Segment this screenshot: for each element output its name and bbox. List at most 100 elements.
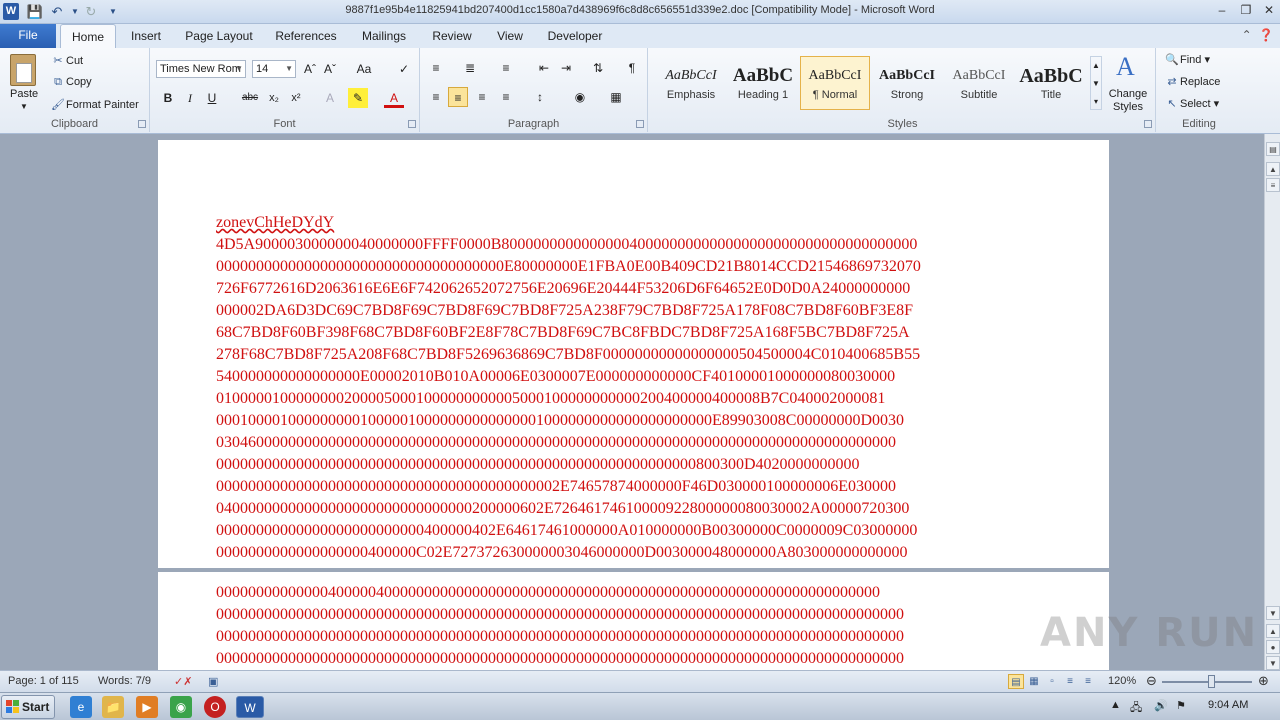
zoom-slider-thumb[interactable]	[1208, 675, 1215, 688]
chrome-icon[interactable]: ◉	[170, 696, 192, 718]
document-line[interactable]: 0100000100000000200005000100000000000500…	[216, 388, 1116, 410]
change-styles-icon[interactable]: A	[1116, 52, 1135, 82]
word-count[interactable]: Words: 7/9	[98, 675, 151, 687]
ruler-toggle-icon[interactable]: ▤	[1266, 142, 1280, 156]
style-subtitle[interactable]: AaBbCcI Subtitle	[944, 56, 1014, 110]
paste-dropdown-icon[interactable]: ▼	[20, 102, 28, 111]
font-launcher-icon[interactable]	[408, 120, 416, 128]
draft-view-icon[interactable]: ≡	[1080, 674, 1096, 689]
document-page-2[interactable]: 0000000000000040000040000000000000000000…	[158, 572, 1109, 670]
multilevel-list-icon[interactable]: ≡	[496, 58, 516, 78]
scroll-thumb[interactable]: ≡	[1266, 178, 1280, 192]
document-line[interactable]: 0304600000000000000000000000000000000000…	[216, 432, 1116, 454]
next-page-icon[interactable]: ▼	[1266, 656, 1280, 670]
document-line[interactable]: 726F6772616D2063616E6E6F742062652072756E…	[216, 278, 1116, 300]
document-line[interactable]: 68C7BD8F60BF398F68C7BD8F60BF2E8F78C7BD8F…	[216, 322, 1116, 344]
document-line[interactable]: 0400000000000000000000000000000020000060…	[216, 498, 1116, 520]
tab-mailings[interactable]: Mailings	[356, 24, 412, 48]
tab-page-layout[interactable]: Page Layout	[182, 24, 256, 48]
align-left-icon[interactable]: ≡	[426, 87, 446, 107]
tab-references[interactable]: References	[270, 24, 342, 48]
document-line[interactable]: 0000000000000000000000000000000000000000…	[216, 454, 1116, 476]
scroll-up-icon[interactable]: ▲	[1266, 162, 1280, 176]
help-icon[interactable]: ❓	[1258, 28, 1274, 42]
clock[interactable]: 9:04 AM	[1208, 699, 1248, 711]
paste-icon[interactable]	[10, 54, 36, 86]
internet-explorer-icon[interactable]: e	[70, 696, 92, 718]
format-painter-button[interactable]: 🖌Format Painter	[50, 98, 139, 111]
document-line[interactable]: 0000000000000040000040000000000000000000…	[216, 582, 1116, 604]
styles-gallery-scroll[interactable]: ▲ ▼ ▾	[1090, 56, 1102, 110]
subscript-icon[interactable]: x₂	[264, 88, 284, 108]
zoom-slider[interactable]	[1162, 681, 1252, 683]
bullets-icon[interactable]: ≡	[426, 58, 446, 78]
outline-view-icon[interactable]: ≡	[1062, 674, 1078, 689]
opera-icon[interactable]: O	[204, 696, 226, 718]
tab-file[interactable]: File	[0, 24, 56, 48]
tab-home[interactable]: Home	[60, 24, 116, 48]
sort-icon[interactable]: ⇅	[588, 58, 608, 78]
document-line[interactable]: 540000000000000000E00002010B010A00006E03…	[216, 366, 1116, 388]
document-line[interactable]: 278F68C7BD8F725A208F68C7BD8F5269636869C7…	[216, 344, 1116, 366]
minimize-ribbon-icon[interactable]: ⌃	[1239, 28, 1255, 42]
italic-icon[interactable]: I	[180, 88, 200, 108]
grow-font-icon[interactable]: Aˆ	[300, 59, 320, 79]
select-button[interactable]: ↖ Select ▾	[1164, 97, 1219, 110]
document-line[interactable]: 0000000000000000000000000000000000000000…	[216, 626, 1116, 648]
paragraph-launcher-icon[interactable]	[636, 120, 644, 128]
page-count[interactable]: Page: 1 of 115	[8, 675, 79, 687]
cut-button[interactable]: ✂ Cut	[50, 54, 83, 67]
document-line[interactable]: 00000000000000000000000000400000402E6461…	[216, 520, 1116, 542]
network-icon[interactable]: 🖧	[1130, 699, 1142, 718]
document-line[interactable]: 000002DA6D3DC69C7BD8F69C7BD8F69C7BD8F725…	[216, 300, 1116, 322]
style-normal[interactable]: AaBbCcI ¶ Normal	[800, 56, 870, 110]
bold-icon[interactable]: B	[158, 88, 178, 108]
print-layout-view-icon[interactable]: ▤	[1008, 674, 1024, 689]
strikethrough-icon[interactable]: abc	[240, 88, 260, 108]
close-icon[interactable]: ✕	[1261, 2, 1277, 18]
line-spacing-icon[interactable]: ↕	[530, 87, 550, 107]
increase-indent-icon[interactable]: ⇥	[556, 58, 576, 78]
document-line[interactable]: 0000000000000000000000000000000000000000…	[216, 604, 1116, 626]
replace-button[interactable]: ⇄ Replace	[1164, 75, 1220, 88]
previous-page-icon[interactable]: ▲	[1266, 624, 1280, 638]
document-line[interactable]: 0000000000000000000000000000000000000000…	[216, 648, 1116, 670]
text-effects-icon[interactable]: A	[320, 88, 340, 108]
scroll-down-icon[interactable]: ▼	[1266, 606, 1280, 620]
style-heading-1[interactable]: AaBbC Heading 1	[728, 56, 798, 110]
shading-icon[interactable]: ◉	[570, 87, 590, 107]
vertical-scrollbar[interactable]: ▤ ▲ ≡ ▼ ▲ ● ▼	[1264, 134, 1280, 670]
decrease-indent-icon[interactable]: ⇤	[534, 58, 554, 78]
tab-insert[interactable]: Insert	[124, 24, 168, 48]
document-line[interactable]: 000000000000000000000000000000000000E800…	[216, 256, 1116, 278]
font-name-combo[interactable]: Times New Rom ▼	[156, 60, 246, 78]
change-case-icon[interactable]: Aa	[354, 59, 374, 79]
document-line[interactable]: 0000000000000000000400000C02E72737263000…	[216, 542, 1116, 564]
copy-button[interactable]: ⧉ Copy	[50, 76, 92, 89]
align-right-icon[interactable]: ≡	[472, 87, 492, 107]
file-explorer-icon[interactable]: 📁	[102, 696, 124, 718]
zoom-level[interactable]: 120%	[1108, 675, 1136, 687]
underline-icon[interactable]: U	[202, 88, 222, 108]
tab-view[interactable]: View	[492, 24, 528, 48]
volume-icon[interactable]: 🔊	[1154, 699, 1168, 712]
clipboard-launcher-icon[interactable]	[138, 120, 146, 128]
start-button[interactable]: Start	[1, 695, 55, 719]
proofing-icon[interactable]: ✓✗	[174, 675, 192, 688]
tab-developer[interactable]: Developer	[544, 24, 606, 48]
style-title[interactable]: AaBbC Title	[1016, 56, 1086, 110]
zoom-in-icon[interactable]: ⊕	[1258, 673, 1269, 689]
tray-expand-icon[interactable]: ▲	[1110, 699, 1121, 711]
change-styles-button[interactable]: Change Styles	[1108, 88, 1148, 114]
media-player-icon[interactable]: ▶	[136, 696, 158, 718]
shrink-font-icon[interactable]: Aˇ	[320, 59, 340, 79]
style-strong[interactable]: AaBbCcI Strong	[872, 56, 942, 110]
clear-formatting-icon[interactable]: ✓	[394, 59, 414, 79]
zoom-out-icon[interactable]: ⊖	[1146, 673, 1157, 689]
paste-button[interactable]: Paste	[10, 88, 38, 100]
numbering-icon[interactable]: ≣	[460, 58, 480, 78]
full-screen-reading-icon[interactable]: ▦	[1026, 674, 1042, 689]
highlight-icon[interactable]: ✎	[348, 88, 368, 108]
style-emphasis[interactable]: AaBbCcI Emphasis	[656, 56, 726, 110]
document-line[interactable]: zonevChHeDYdY	[216, 212, 1116, 234]
